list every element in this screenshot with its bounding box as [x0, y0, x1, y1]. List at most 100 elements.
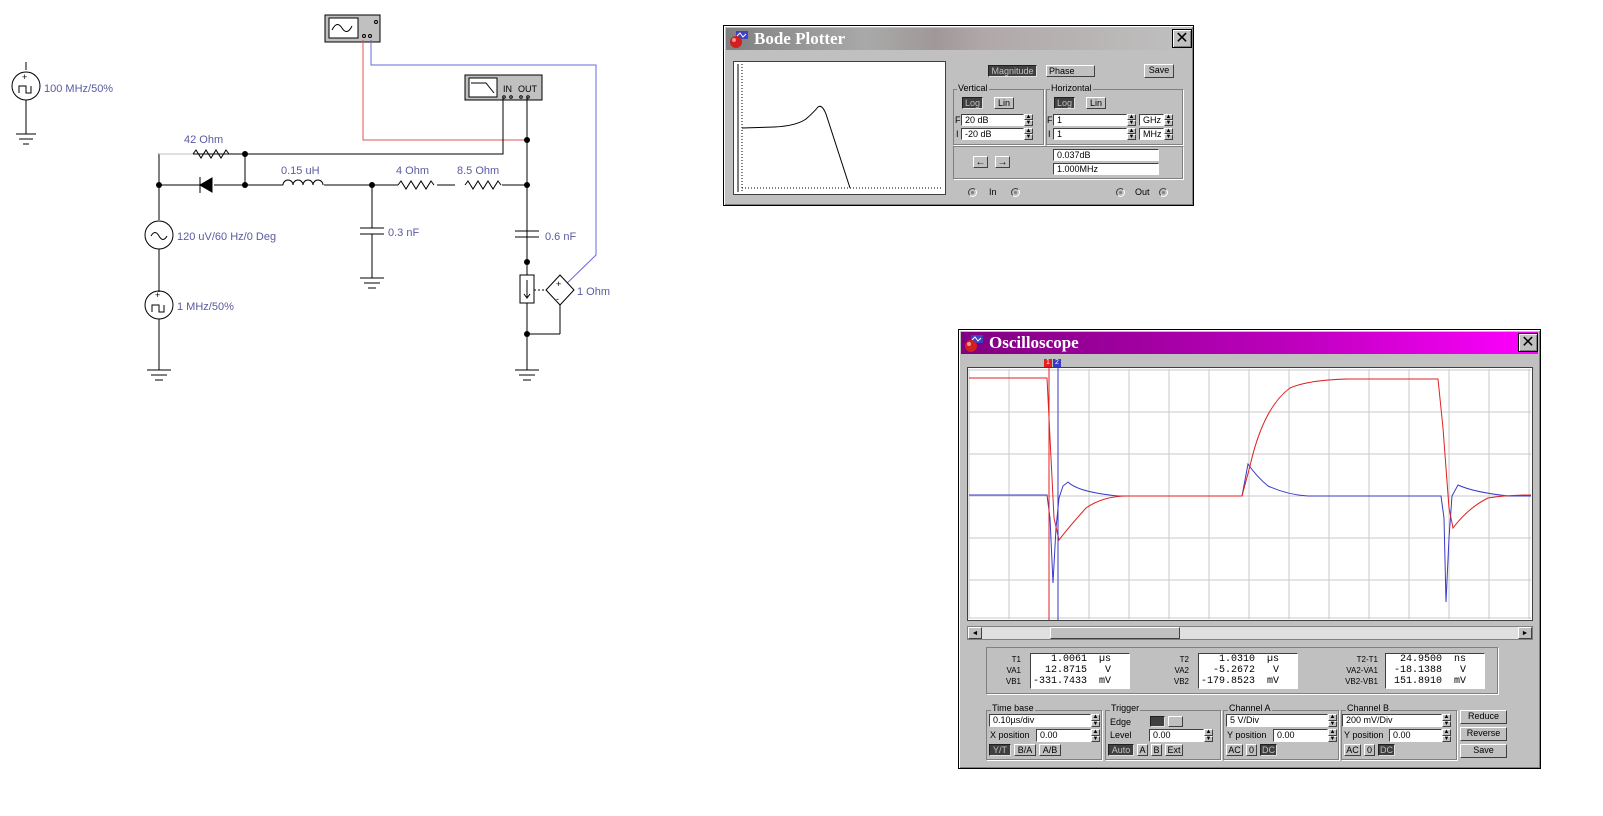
vertical-final-spinner[interactable]: ▲ ▼: [1024, 114, 1033, 126]
bode-in-label: In: [989, 187, 997, 197]
horizontal-final-field[interactable]: 1: [1053, 114, 1127, 126]
label-r-mid: 4 Ohm: [396, 165, 429, 177]
label-cap-right: 0.6 nF: [545, 231, 576, 243]
channel-a-scale-field[interactable]: 5 V/Div: [1226, 714, 1328, 727]
timebase-field[interactable]: 0.10µs/div: [989, 714, 1091, 727]
channel-a-ac-button[interactable]: AC: [1226, 744, 1243, 756]
vertical-log-button[interactable]: Log: [962, 97, 983, 109]
t2-label: T2: [1179, 655, 1189, 664]
timebase-title: Time base: [991, 703, 1035, 713]
channel-b-ac-button[interactable]: AC: [1344, 744, 1361, 756]
oscilloscope-close-button[interactable]: ✕: [1518, 333, 1538, 352]
horizontal-final-spinner[interactable]: ▲ ▼: [1127, 114, 1136, 126]
cursor-right-button[interactable]: →: [995, 156, 1010, 168]
level-spinner[interactable]: ▲ ▼: [1204, 729, 1213, 742]
channel-a-title: Channel A: [1228, 703, 1272, 713]
oscilloscope-instrument-icon[interactable]: [324, 14, 381, 43]
channel-a-ypos-spinner[interactable]: ▲ ▼: [1328, 729, 1337, 742]
bode-icon-out-label: OUT: [518, 84, 538, 94]
va1-label: VA1: [1006, 666, 1021, 675]
x-position-spinner[interactable]: ▲ ▼: [1091, 729, 1100, 742]
vb1-label: VB1: [1005, 677, 1021, 686]
scroll-right-button[interactable]: ►: [1518, 627, 1532, 639]
label-inductor: 0.15 uH: [281, 165, 320, 177]
va2-value: -5.2672 V: [1201, 665, 1280, 676]
label-r-top: 42 Ohm: [184, 134, 223, 146]
oscilloscope-titlebar[interactable]: Oscilloscope ✕: [961, 332, 1538, 354]
bode-plot-area[interactable]: [733, 61, 946, 195]
time-scrollbar[interactable]: ◄ ►: [967, 626, 1533, 640]
scroll-left-button[interactable]: ◄: [968, 627, 982, 639]
channel-b-zero-button[interactable]: 0: [1364, 744, 1375, 756]
circuit-schematic: IN OUT + + + - 100 MHz/50% 42 Ohm 0.15 u…: [11, 14, 610, 381]
horizontal-log-button[interactable]: Log: [1054, 97, 1075, 109]
va2-va1-label: VA2-VA1: [1346, 666, 1378, 675]
trigger-b-button[interactable]: B: [1151, 744, 1162, 756]
channel-b-ypos-spinner[interactable]: ▲ ▼: [1442, 729, 1451, 742]
horizontal-final-unit-spinner[interactable]: ▲ ▼: [1164, 114, 1173, 126]
bode-icon-in-label: IN: [503, 84, 512, 94]
scope-save-button[interactable]: Save: [1460, 744, 1507, 758]
falling-edge-button[interactable]: [1168, 716, 1183, 727]
ba-mode-button[interactable]: B/A: [1014, 744, 1036, 756]
trigger-title: Trigger: [1110, 703, 1141, 713]
cursor-2-handle[interactable]: 2: [1053, 359, 1061, 367]
reverse-button[interactable]: Reverse: [1460, 727, 1507, 741]
cursor-left-button[interactable]: ←: [973, 156, 988, 168]
bode-plotter-instrument-icon[interactable]: IN OUT: [464, 74, 543, 101]
label-src-pulse: 1 MHz/50%: [177, 301, 234, 313]
channel-a-scale-spinner[interactable]: ▲ ▼: [1328, 714, 1337, 727]
readout-col3-labels: T2-T1 VA2-VA1 VB2-VB1: [1325, 654, 1378, 687]
horizontal-initial-unit-spinner[interactable]: ▲ ▼: [1164, 128, 1173, 140]
vertical-final-field[interactable]: 20 dB: [961, 114, 1024, 126]
channel-a-zero-button[interactable]: 0: [1246, 744, 1257, 756]
channel-b-dc-button[interactable]: DC: [1378, 744, 1395, 756]
oscilloscope-window: Oscilloscope ✕ 1 2 ◄ ► T1 VA1 VB1 1.0061…: [958, 329, 1541, 769]
vertical-initial-spinner[interactable]: ▲ ▼: [1024, 128, 1033, 140]
horizontal-final-unit[interactable]: GHz: [1139, 114, 1164, 126]
bode-in-minus-terminal[interactable]: [1011, 188, 1020, 197]
phase-button[interactable]: Phase: [1046, 65, 1095, 77]
bode-titlebar[interactable]: Bode Plotter ✕: [726, 28, 1192, 50]
label-src-ac: 120 uV/60 Hz/0 Deg: [177, 231, 276, 243]
bode-plotter-window: Bode Plotter ✕ Magnitude Phase Save Vert…: [723, 25, 1194, 206]
channel-a-ypos-field[interactable]: 0.00: [1273, 729, 1328, 742]
horizontal-lin-button[interactable]: Lin: [1086, 97, 1106, 109]
t2-t1-value: 24.9500 ns: [1388, 654, 1467, 665]
timebase-spinner[interactable]: ▲ ▼: [1091, 714, 1100, 727]
bode-in-plus-terminal[interactable]: [968, 188, 977, 197]
ab-mode-button[interactable]: A/B: [1039, 744, 1061, 756]
svg-text:+: +: [22, 72, 27, 82]
rising-edge-button[interactable]: [1150, 716, 1165, 727]
bode-out-minus-terminal[interactable]: [1159, 188, 1168, 197]
trigger-auto-button[interactable]: Auto: [1108, 744, 1134, 756]
bode-readout-value: 0.037dB: [1053, 149, 1159, 161]
magnitude-button[interactable]: Magnitude: [988, 65, 1037, 77]
readout-col1: 1.0061 µs 12.8715 V -331.7433 mV: [1030, 653, 1130, 689]
x-position-field[interactable]: 0.00: [1036, 729, 1091, 742]
horizontal-initial-unit[interactable]: MHz: [1139, 128, 1164, 140]
horizontal-initial-field[interactable]: 1: [1053, 128, 1127, 140]
channel-a-dc-button[interactable]: DC: [1260, 744, 1277, 756]
channel-b-scale-field[interactable]: 200 mV/Div: [1342, 714, 1442, 727]
channel-a-ypos-label: Y position: [1227, 730, 1267, 740]
oscilloscope-screen[interactable]: [967, 367, 1533, 621]
horizontal-initial-spinner[interactable]: ▲ ▼: [1127, 128, 1136, 140]
channel-b-ypos-field[interactable]: 0.00: [1389, 729, 1442, 742]
bode-close-button[interactable]: ✕: [1172, 29, 1192, 48]
scroll-thumb[interactable]: [1050, 627, 1180, 639]
vertical-lin-button[interactable]: Lin: [994, 97, 1014, 109]
app-icon: [730, 31, 748, 48]
level-field[interactable]: 0.00: [1149, 729, 1204, 742]
bode-save-button[interactable]: Save: [1144, 64, 1174, 78]
channel-b-scale-spinner[interactable]: ▲ ▼: [1442, 714, 1451, 727]
bode-out-plus-terminal[interactable]: [1116, 188, 1125, 197]
svg-text:+: +: [556, 279, 561, 289]
trigger-a-button[interactable]: A: [1137, 744, 1148, 756]
trigger-ext-button[interactable]: Ext: [1165, 744, 1183, 756]
yt-mode-button[interactable]: Y/T: [989, 744, 1011, 756]
horizontal-group-title: Horizontal: [1050, 83, 1093, 93]
cursor-1-handle[interactable]: 1: [1044, 359, 1052, 367]
reduce-button[interactable]: Reduce: [1460, 710, 1507, 724]
vertical-initial-field[interactable]: -20 dB: [961, 128, 1024, 140]
